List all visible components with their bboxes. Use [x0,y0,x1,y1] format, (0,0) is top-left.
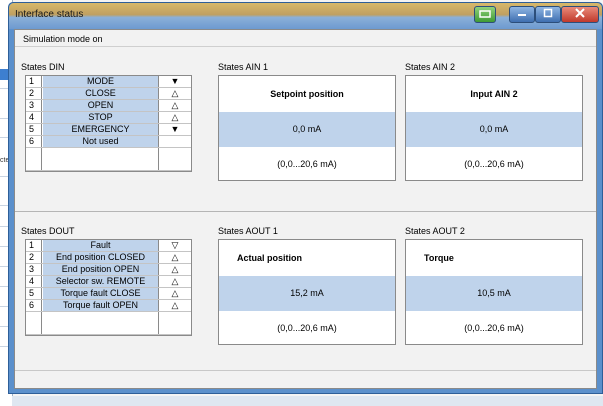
states-ain1-title: States AIN 1 [218,62,269,72]
close-icon [575,8,585,18]
state-indicator-icon: △ [171,288,179,298]
title-bar[interactable]: Interface status [9,3,602,29]
row-label: CLOSE [43,88,159,99]
status-bar-divider [15,370,596,371]
window-title: Interface status [15,9,84,20]
row-number: 6 [26,300,42,311]
ain1-name: Setpoint position [270,89,344,99]
row-label: EMERGENCY [43,124,159,135]
states-aout1-title: States AOUT 1 [218,226,278,236]
window-extra-button[interactable] [474,6,496,23]
close-button[interactable] [561,6,599,23]
row-label: Selector sw. REMOTE [43,276,159,287]
state-indicator-icon: △ [171,88,179,98]
ain2-name: Input AIN 2 [470,89,518,99]
minimize-button[interactable] [509,6,535,23]
state-indicator-icon: △ [171,264,179,274]
row-label: Torque fault OPEN [43,300,159,311]
row-number: 2 [26,252,42,263]
aout2-range: (0,0...20,6 mA) [464,323,524,333]
maximize-icon [543,8,553,18]
maximize-button[interactable] [535,6,561,23]
dout-row: 1 Fault ▽ [26,240,191,252]
ain1-range: (0,0...20,6 mA) [277,159,337,169]
states-aout2-title: States AOUT 2 [405,226,465,236]
aout1-range: (0,0...20,6 mA) [277,323,337,333]
aout1-value: 15,2 mA [219,276,395,311]
row-label: Fault [43,240,159,251]
client-area: Simulation mode on States DIN 1 MODE ▼ 2 CL… [14,29,597,389]
aout2-name: Torque [424,253,454,263]
dout-row: 2 End position CLOSED △ [26,252,191,264]
taskbar-edge [12,396,603,406]
screen-icon [479,10,491,18]
ain1-value: 0,0 mA [219,112,395,147]
dout-row: 6 Torque fault OPEN △ [26,300,191,312]
din-row: 6 Not used [26,136,191,148]
interface-status-window: Interface status Simulation mode on Stat… [8,2,603,394]
row-label: OPEN [43,100,159,111]
state-indicator-icon: △ [171,252,179,262]
aout2-box: Torque 10,5 mA (0,0...20,6 mA) [405,239,583,345]
row-number: 3 [26,264,42,275]
row-label: MODE [43,76,159,87]
states-dout-table: 1 Fault ▽ 2 End position CLOSED △ 3 End posit… [25,239,192,336]
row-number: 4 [26,112,42,123]
din-row: 1 MODE ▼ [26,76,191,88]
dout-row: 5 Torque fault CLOSE △ [26,288,191,300]
state-indicator-icon: ▼ [170,124,180,134]
row-label: Torque fault CLOSE [43,288,159,299]
dout-row: 4 Selector sw. REMOTE △ [26,276,191,288]
row-number: 4 [26,276,42,287]
ain2-range: (0,0...20,6 mA) [464,159,524,169]
aout1-box: Actual position 15,2 mA (0,0...20,6 mA) [218,239,396,345]
row-label: Not used [43,136,159,147]
states-dout-title: States DOUT [21,226,75,236]
states-ain2-title: States AIN 2 [405,62,456,72]
row-label: STOP [43,112,159,123]
din-row: 4 STOP △ [26,112,191,124]
simulation-mode-label: Simulation mode on [15,30,596,47]
din-row: 2 CLOSE △ [26,88,191,100]
section-separator [15,211,596,212]
aout1-name: Actual position [237,253,302,263]
state-indicator-icon: △ [171,100,179,110]
states-din-title: States DIN [21,62,65,72]
din-row: 5 EMERGENCY ▼ [26,124,191,136]
row-number: 3 [26,100,42,111]
din-row-empty [26,148,191,171]
state-indicator-icon: △ [171,112,179,122]
ain2-value: 0,0 mA [406,112,582,147]
states-din-table: 1 MODE ▼ 2 CLOSE △ 3 OPEN △ 4 STOP △ 5 EMERGENCY ▼… [25,75,192,172]
row-number: 5 [26,288,42,299]
row-number: 6 [26,136,42,147]
row-label: End position CLOSED [43,252,159,263]
dout-row-empty [26,312,191,335]
aout2-value: 10,5 mA [406,276,582,311]
minimize-icon [518,14,526,16]
state-indicator-icon: ▼ [170,76,180,86]
state-indicator-icon: △ [171,300,179,310]
row-number: 1 [26,240,42,251]
state-indicator-icon: △ [171,276,179,286]
ain1-box: Setpoint position 0,0 mA (0,0...20,6 mA) [218,75,396,181]
state-indicator-icon: ▽ [171,240,179,250]
din-row: 3 OPEN △ [26,100,191,112]
row-number: 1 [26,76,42,87]
state-indicator-icon [159,136,191,147]
ain2-box: Input AIN 2 0,0 mA (0,0...20,6 mA) [405,75,583,181]
row-label: End position OPEN [43,264,159,275]
row-number: 2 [26,88,42,99]
dout-row: 3 End position OPEN △ [26,264,191,276]
row-number: 5 [26,124,42,135]
